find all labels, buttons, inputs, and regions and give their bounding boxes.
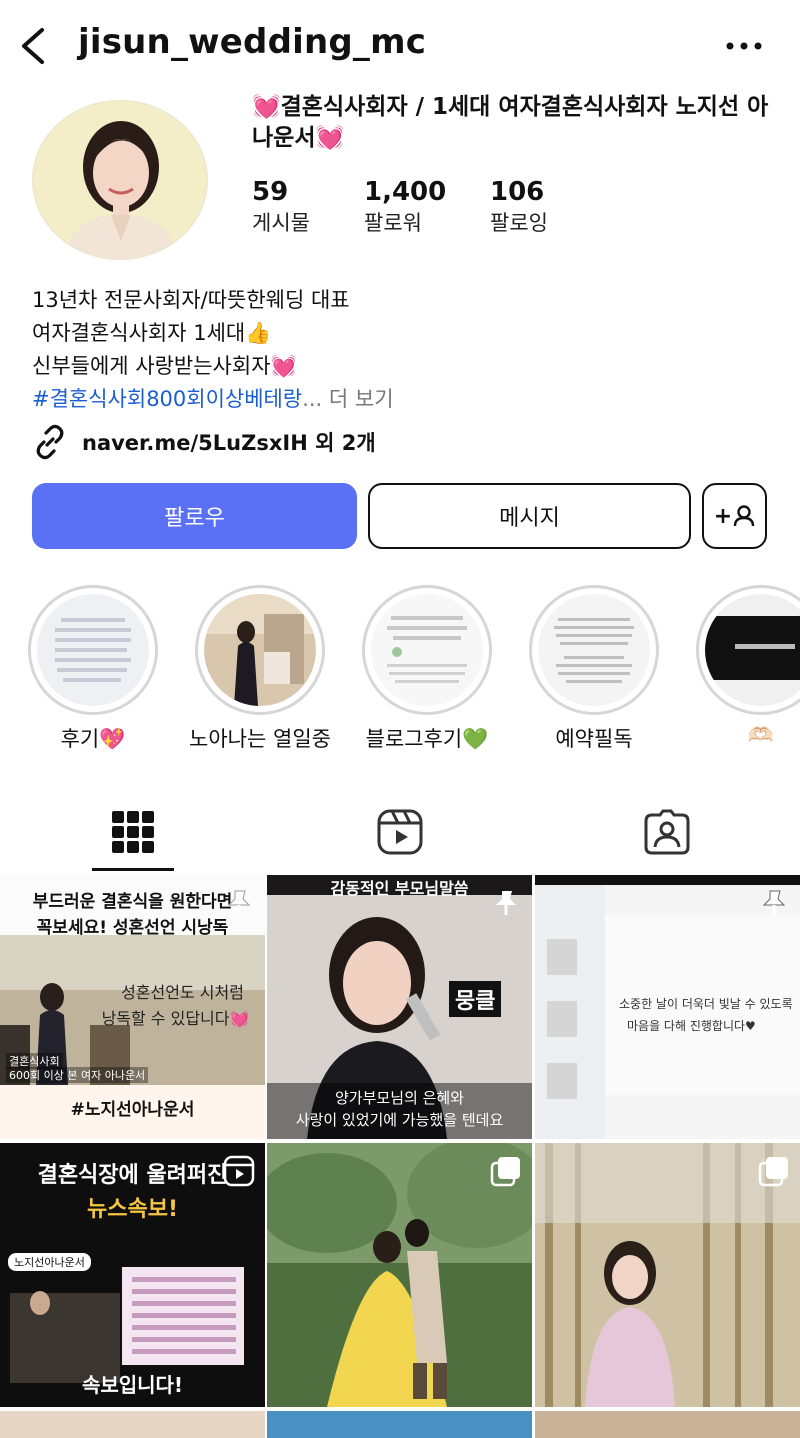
story-highlights: 후기💖 노아나는 열일중 블로그후기💚 예약필독 🫶🏻 (0, 585, 800, 765)
post-small-text: 600회 이상 본 여자 아나운서 (6, 1067, 149, 1083)
top-bar: jisun_wedding_mc (0, 0, 800, 92)
post-overlay-tag: 뭉클 (449, 981, 502, 1017)
highlight-cover (204, 594, 316, 706)
stat-posts-label: 게시물 (252, 211, 310, 235)
plus-sign: + (713, 503, 733, 529)
post-overlay-text: 낭독할 수 있답니다💓 (101, 1009, 250, 1028)
profile-stats: 59 게시물 1,400 팔로워 106 팔로잉 (252, 176, 772, 246)
stat-following[interactable]: 106 팔로잉 (490, 176, 548, 238)
stat-posts[interactable]: 59 게시물 (252, 176, 310, 238)
grid-post[interactable] (0, 1411, 265, 1438)
post-subtitle: 사랑이 있었기에 가능했을 텐데요 (295, 1111, 504, 1129)
grid-post[interactable] (267, 1143, 532, 1407)
post-overlay-text: 성혼선언도 시처럼 (121, 983, 244, 1002)
profile-bio: 13년차 전문사회자/따뜻한웨딩 대표 여자결혼식사회자 1세대👍 신부들에게 … (32, 284, 772, 416)
post-note-text: 소중한 날이 더욱더 빛날 수 있도록 (619, 997, 793, 1011)
grid-post[interactable]: 부드러운 결혼식을 원한다면 꼭보세요! 성혼선언 시낭독 성혼선언도 시처럼 … (0, 875, 265, 1139)
post-subtitle: 양가부모님의 은혜와 (335, 1089, 464, 1107)
grid-post[interactable]: 감동적인 부모님말씀 뭉클 양가부모님의 은혜와 사랑이 있었기에 가능했을 텐… (267, 875, 532, 1139)
more-options-icon[interactable] (724, 32, 764, 60)
highlight-booking-notice[interactable]: 예약필독 (529, 585, 659, 751)
multi-photo-icon (490, 1157, 520, 1187)
bio-line: 신부들에게 사랑받는사회자💓 (32, 354, 297, 378)
bio-more-link[interactable]: ... 더 보기 (302, 387, 393, 411)
pinned-post-icon (496, 891, 516, 915)
pinned-post-icon (227, 890, 251, 915)
highlight-cover (37, 594, 149, 706)
stat-posts-count: 59 (252, 177, 289, 207)
reels-icon (377, 809, 423, 855)
grid-post[interactable] (267, 1411, 532, 1438)
highlight-label: 노아나는 열일중 (189, 727, 331, 751)
bio-line: 여자결혼식사회자 1세대👍 (32, 321, 272, 345)
grid-post[interactable]: 소중한 날이 더욱더 빛날 수 있도록 마음을 다해 진행합니다♥ (535, 875, 800, 1139)
profile-tabs (0, 790, 800, 874)
stat-followers-label: 팔로워 (364, 211, 422, 235)
grid-post[interactable]: 결혼식장에 울려퍼진 뉴스속보! 노지선아나운서 속보입니다! (0, 1143, 265, 1407)
post-bottom-text: 속보입니다! (81, 1373, 184, 1397)
highlight-cover (538, 594, 650, 706)
profile-link-text: naver.me/5LuZsxIH 외 2개 (82, 431, 376, 455)
highlight-cover (705, 594, 800, 706)
stat-followers[interactable]: 1,400 팔로워 (364, 176, 446, 238)
bio-line: 13년차 전문사회자/따뜻한웨딩 대표 (32, 288, 350, 312)
tab-tagged[interactable] (534, 790, 800, 874)
highlight-label: 🫶🏻 (747, 723, 775, 747)
tagged-person-icon (644, 809, 690, 855)
highlight-heart-hands[interactable]: 🫶🏻 (696, 585, 800, 747)
profile-display-name: 💓결혼식사회자 / 1세대 여자결혼식사회자 노지선 아나운서💓 (252, 94, 769, 151)
highlight-label: 후기💖 (60, 727, 126, 751)
highlight-working[interactable]: 노아나는 열일중 (189, 585, 331, 751)
follow-button[interactable]: 팔로우 (32, 483, 357, 549)
highlight-label: 블로그후기💚 (365, 727, 489, 751)
bio-hashtag-link[interactable]: #결혼식사회800회이상베테랑 (32, 387, 302, 411)
reel-post-icon (223, 1155, 255, 1187)
link-icon (36, 424, 64, 460)
highlight-label: 예약필독 (555, 727, 633, 751)
active-tab-indicator (92, 868, 174, 871)
profile-link[interactable]: naver.me/5LuZsxIH 외 2개 (32, 422, 376, 462)
stat-followers-count: 1,400 (364, 177, 447, 207)
grid-post[interactable] (535, 1411, 800, 1438)
multi-photo-icon (758, 1157, 788, 1187)
tab-posts-grid[interactable] (0, 790, 266, 874)
highlight-cover (371, 594, 483, 706)
profile-avatar[interactable] (32, 100, 208, 260)
add-person-icon (734, 505, 755, 527)
post-hashtag: #노지선아나운서 (70, 1100, 195, 1120)
post-title-line: 뉴스속보! (87, 1197, 178, 1222)
suggest-user-button[interactable]: + (702, 483, 767, 549)
pinned-post-icon (762, 890, 786, 915)
grid-post[interactable] (535, 1143, 800, 1407)
tab-reels[interactable] (267, 790, 533, 874)
stat-following-count: 106 (490, 177, 545, 207)
message-button[interactable]: 메시지 (368, 483, 691, 549)
post-note-text: 마음을 다해 진행합니다♥ (627, 1019, 756, 1033)
grid-icon (112, 811, 154, 853)
back-arrow-icon[interactable] (14, 24, 54, 68)
highlight-reviews[interactable]: 후기💖 (28, 585, 158, 751)
profile-username: jisun_wedding_mc (78, 22, 427, 62)
stat-following-label: 팔로잉 (490, 211, 548, 235)
post-channel-badge: 노지선아나운서 (8, 1253, 91, 1271)
highlight-blog-reviews[interactable]: 블로그후기💚 (362, 585, 492, 751)
